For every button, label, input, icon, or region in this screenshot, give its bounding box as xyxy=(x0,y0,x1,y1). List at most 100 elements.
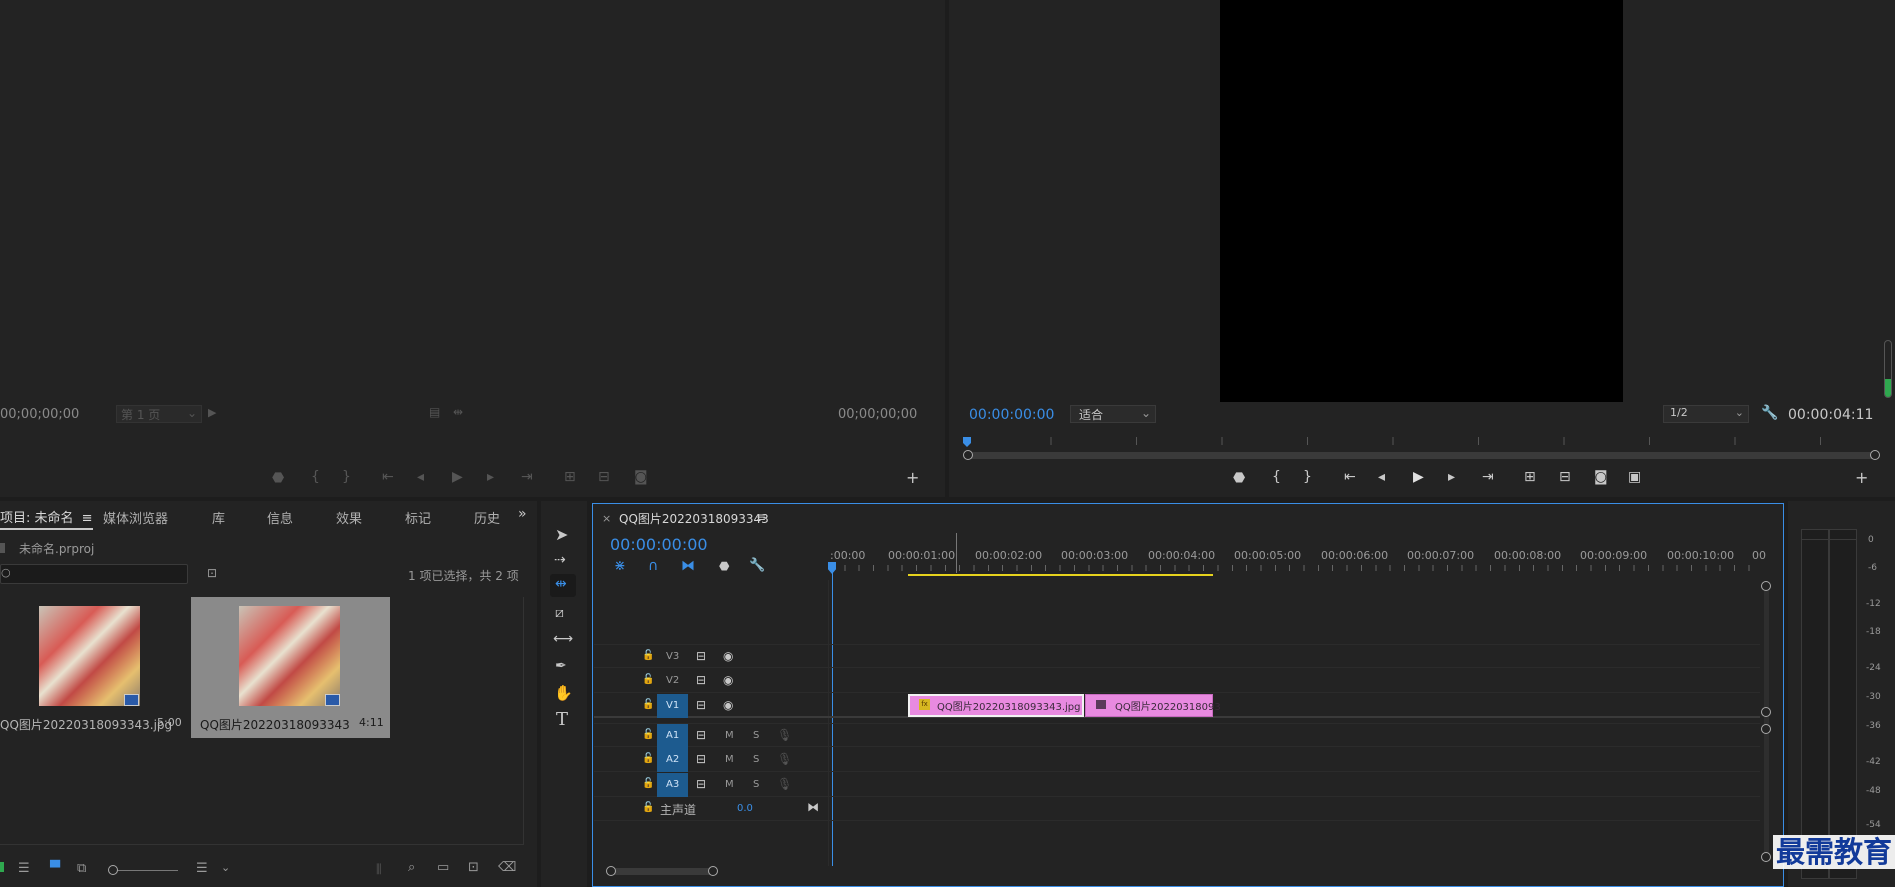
hamburger-menu-icon[interactable]: ≡ xyxy=(82,511,93,526)
hamburger-menu-icon[interactable]: ≡ xyxy=(756,510,766,524)
wrench-icon[interactable]: 🔧 xyxy=(1761,405,1778,421)
snap-magnet-icon[interactable]: ∩ xyxy=(648,558,658,574)
trash-icon[interactable]: ⌫ xyxy=(498,860,516,875)
lock-icon[interactable]: 🔓 xyxy=(642,674,654,685)
icon-view-icon[interactable]: ▀ xyxy=(50,861,60,876)
microphone-icon[interactable]: 🎙 xyxy=(777,777,792,791)
tab-history[interactable]: 历史 xyxy=(474,508,500,527)
sync-lock-icon[interactable]: ⊟ xyxy=(696,698,706,712)
project-tab[interactable]: 项目: 未命名 ≡ xyxy=(0,507,93,530)
tab-media-browser[interactable]: 媒体浏览器 xyxy=(103,508,168,527)
play-triangle-icon[interactable]: ▶ xyxy=(208,406,216,419)
scroll-handle[interactable] xyxy=(1761,707,1771,717)
find-icon[interactable]: ⌕ xyxy=(408,860,415,875)
track-label[interactable]: V3 xyxy=(666,651,679,662)
tab-markers[interactable]: 标记 xyxy=(405,508,431,527)
go-to-edit-icon[interactable]: ⧓ xyxy=(807,800,819,814)
new-item-icon[interactable]: ⊡ xyxy=(468,860,479,875)
timeline-clip[interactable]: fx QQ图片20220318093343.jpg [14 xyxy=(908,694,1084,717)
tab-effects[interactable]: 效果 xyxy=(336,508,362,527)
comparison-view-icon[interactable]: ▣ xyxy=(1628,469,1641,485)
export-frame-small-icon[interactable]: ⇹ xyxy=(453,405,463,419)
program-ruler[interactable] xyxy=(965,437,1877,451)
camera-icon[interactable]: ◙ xyxy=(634,469,648,485)
solo-button[interactable]: S xyxy=(753,754,759,765)
track-label[interactable]: V2 xyxy=(666,675,679,686)
master-volume-value[interactable]: 0.0 xyxy=(737,803,753,814)
play-icon[interactable]: ▶ xyxy=(452,469,463,485)
lock-icon[interactable]: 🔓 xyxy=(642,753,654,764)
new-search-bin-icon[interactable]: ⊡ xyxy=(207,566,217,580)
work-area-bar[interactable] xyxy=(908,574,1213,576)
microphone-icon[interactable]: 🎙 xyxy=(777,728,792,742)
extract-icon[interactable]: ⊟ xyxy=(1559,469,1571,485)
add-marker-icon[interactable]: ⬣ xyxy=(272,470,284,486)
timeline-settings-wrench-icon[interactable]: 🔧 xyxy=(749,558,765,573)
sort-icon[interactable]: ☰ xyxy=(196,861,208,876)
nest-icon[interactable]: ⋇ xyxy=(614,558,626,574)
eye-icon[interactable]: ◉ xyxy=(723,673,733,687)
tab-libraries[interactable]: 库 xyxy=(212,508,225,527)
slip-tool-icon[interactable]: ⟷ xyxy=(553,631,573,647)
program-zoom-bar[interactable] xyxy=(969,452,1875,459)
source-timecode-in[interactable]: 00;00;00;00 xyxy=(0,407,79,422)
freeform-view-icon[interactable]: ⧉ xyxy=(77,861,86,876)
ripple-edit-tool[interactable]: ⇹ xyxy=(550,574,576,597)
selection-tool-icon[interactable]: ➤ xyxy=(555,525,568,544)
sync-lock-icon[interactable]: ⊟ xyxy=(696,752,706,766)
scroll-handle[interactable] xyxy=(1761,724,1771,734)
overwrite-icon[interactable]: ⊟ xyxy=(598,469,610,485)
sync-lock-icon[interactable]: ⊟ xyxy=(696,728,706,742)
lock-icon[interactable]: 🔓 xyxy=(642,802,654,813)
program-timecode[interactable]: 00:00:00:00 xyxy=(969,407,1054,423)
lock-icon[interactable]: 🔓 xyxy=(642,729,654,740)
pen-tool-icon[interactable]: ✒ xyxy=(555,658,567,674)
mute-button[interactable]: M xyxy=(725,779,734,790)
add-marker-icon[interactable]: ⬣ xyxy=(719,559,729,573)
tab-info[interactable]: 信息 xyxy=(267,508,293,527)
hand-tool-icon[interactable]: ✋ xyxy=(554,684,573,702)
new-bin-icon[interactable]: ▭ xyxy=(437,860,449,875)
track-label[interactable]: A2 xyxy=(666,754,679,765)
go-to-out-icon[interactable]: ⇥ xyxy=(521,469,533,485)
timeline-timecode[interactable]: 00:00:00:00 xyxy=(610,535,708,554)
resolution-select[interactable]: 1/2 ⌄ xyxy=(1663,405,1749,423)
mark-in-icon[interactable]: { xyxy=(1272,469,1281,485)
type-tool-icon[interactable]: T xyxy=(556,709,568,730)
sync-lock-icon[interactable]: ⊟ xyxy=(696,649,706,663)
solo-button[interactable]: S xyxy=(753,730,759,741)
sync-lock-icon[interactable]: ⊟ xyxy=(696,673,706,687)
insert-icon[interactable]: ⊞ xyxy=(564,469,576,485)
track-label[interactable]: A1 xyxy=(666,730,679,741)
horizontal-zoom-bar[interactable] xyxy=(612,868,712,875)
camera-icon[interactable]: ◙ xyxy=(1594,469,1608,485)
eye-icon[interactable]: ◉ xyxy=(723,698,733,712)
go-to-in-icon[interactable]: ⇤ xyxy=(1344,469,1356,485)
add-marker-icon[interactable]: ⬣ xyxy=(1233,470,1245,486)
lock-icon[interactable]: 🔓 xyxy=(642,650,654,661)
scroll-handle[interactable] xyxy=(1761,581,1771,591)
linked-selection-icon[interactable]: ⧓ xyxy=(681,558,695,574)
lock-icon[interactable]: 🔓 xyxy=(642,699,654,710)
source-page-select[interactable]: 第 1 页 ⌄ xyxy=(116,405,202,423)
add-button-icon[interactable]: + xyxy=(1855,468,1868,487)
zoom-slider[interactable] xyxy=(112,870,178,871)
step-forward-icon[interactable]: ▸ xyxy=(487,469,494,485)
vertical-scroll-track[interactable] xyxy=(1764,586,1769,856)
eye-icon[interactable]: ◉ xyxy=(723,649,733,663)
zoom-handle-left[interactable] xyxy=(963,450,973,460)
step-back-icon[interactable]: ◂ xyxy=(417,469,424,485)
scroll-handle[interactable] xyxy=(606,866,616,876)
track-select-tool-icon[interactable]: ⇢ xyxy=(554,552,566,568)
safe-margin-icon[interactable]: ▤ xyxy=(429,405,440,419)
step-back-icon[interactable]: ◂ xyxy=(1378,469,1385,485)
chevron-down-icon[interactable]: ⌄ xyxy=(221,861,230,874)
zoom-slider-handle[interactable] xyxy=(108,865,118,875)
panel-overflow-icon[interactable]: » xyxy=(518,506,527,522)
razor-tool-icon[interactable]: ⧄ xyxy=(555,605,564,621)
sync-lock-icon[interactable]: ⊟ xyxy=(696,777,706,791)
go-to-out-icon[interactable]: ⇥ xyxy=(1482,469,1494,485)
sequence-tab-title[interactable]: QQ图片20220318093343 xyxy=(619,510,769,527)
scroll-handle[interactable] xyxy=(1761,852,1771,862)
play-icon[interactable]: ▶ xyxy=(1413,469,1424,485)
